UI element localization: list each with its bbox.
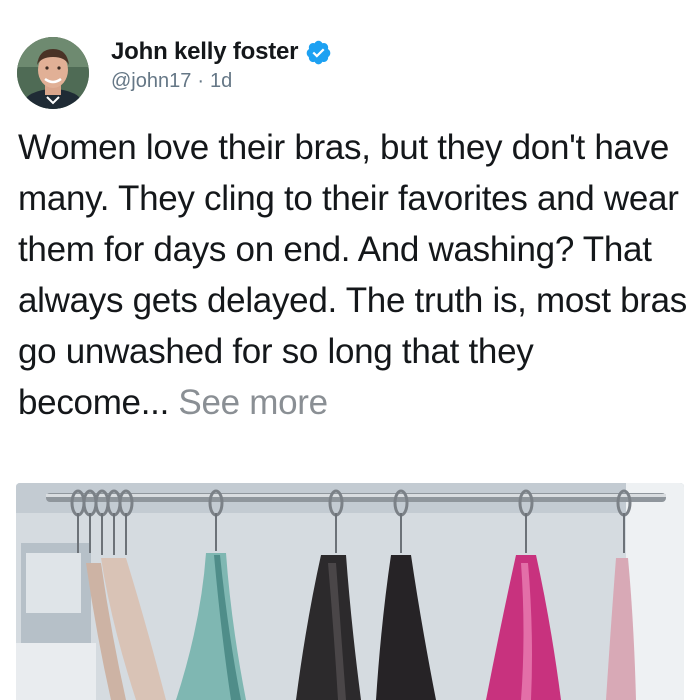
tweet-body: Women love their bras, but they don't ha… xyxy=(18,128,687,422)
photo-image xyxy=(16,483,684,700)
tweet-card: John kelly foster @john17 · 1d Women lov… xyxy=(0,0,700,700)
author-handle[interactable]: @john17 xyxy=(111,70,191,93)
tweet-photo[interactable] xyxy=(16,483,684,700)
meta-separator: · xyxy=(197,70,205,92)
author-name[interactable]: John kelly foster xyxy=(111,38,299,66)
verified-badge-icon xyxy=(307,40,331,64)
avatar[interactable] xyxy=(17,37,89,109)
tweet-text: Women love their bras, but they don't ha… xyxy=(18,122,688,428)
avatar-image xyxy=(17,37,89,109)
timestamp[interactable]: 1d xyxy=(210,70,232,93)
tweet-meta: @john17 · 1d xyxy=(111,70,232,93)
author-row: John kelly foster xyxy=(111,38,332,66)
see-more-link[interactable]: See more xyxy=(178,383,328,422)
